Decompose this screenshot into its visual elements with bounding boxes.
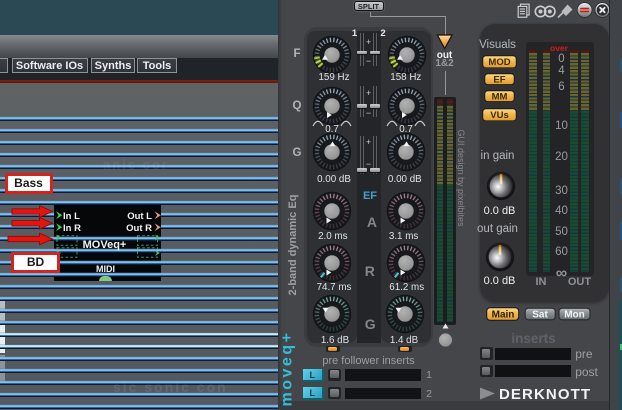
svg-text:EF: EF xyxy=(493,74,505,85)
svg-text:Sat: Sat xyxy=(532,309,548,320)
svg-text:VUs: VUs xyxy=(491,110,509,121)
svg-text:Main: Main xyxy=(492,310,515,321)
svg-text:MOD: MOD xyxy=(489,57,511,68)
svg-text:Mon: Mon xyxy=(564,309,585,320)
svg-text:MM: MM xyxy=(491,91,507,102)
